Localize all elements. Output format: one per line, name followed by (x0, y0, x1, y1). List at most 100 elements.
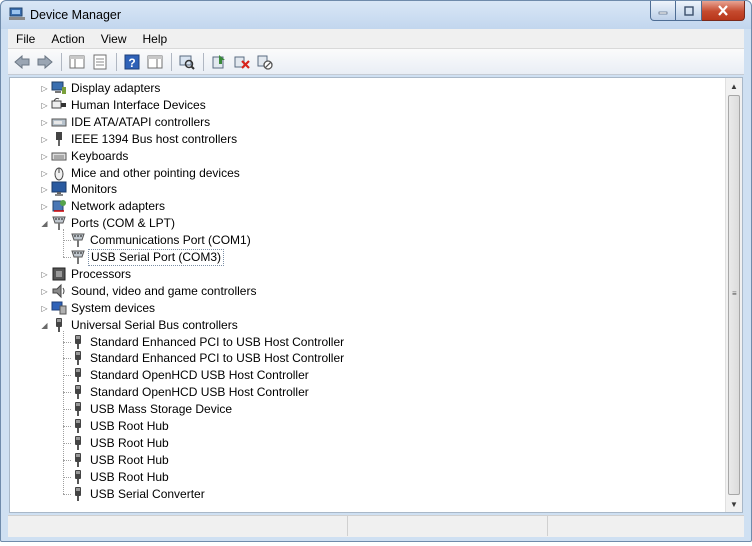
maximize-button[interactable] (676, 1, 702, 21)
keyboard-icon (51, 152, 67, 161)
uninstall-icon (234, 56, 250, 69)
usb-icon (75, 402, 81, 417)
device-item[interactable]: Standard Enhanced PCI to USB Host Contro… (10, 350, 710, 367)
disable-device-button[interactable] (255, 52, 275, 72)
device-item[interactable]: USB Root Hub (10, 435, 710, 452)
properties-icon (93, 54, 107, 69)
device-category[interactable]: ◢ Universal Serial Bus controllers (10, 317, 710, 334)
help-button[interactable]: ? (122, 52, 142, 72)
expand-triangle-closed-icon[interactable]: ▷ (40, 169, 49, 178)
device-label[interactable]: USB Root Hub (88, 419, 171, 434)
device-item[interactable]: USB Root Hub (10, 452, 710, 469)
device-label[interactable]: Keyboards (69, 149, 130, 164)
scan-hardware-button[interactable] (177, 52, 197, 72)
device-item[interactable]: USB Serial Port (COM3) (10, 249, 710, 266)
expand-triangle-closed-icon[interactable]: ▷ (40, 304, 49, 313)
device-label[interactable]: USB Root Hub (88, 453, 171, 468)
expand-triangle-closed-icon[interactable]: ▷ (40, 185, 49, 194)
device-category[interactable]: ▷ Mice and other pointing devices (10, 165, 710, 182)
device-label[interactable]: Network adapters (69, 199, 167, 214)
device-category[interactable]: ◢ Ports (COM & LPT) (10, 215, 710, 232)
device-label[interactable]: Display adapters (69, 81, 162, 96)
device-category[interactable]: ▷ IEEE 1394 Bus host controllers (10, 131, 710, 148)
properties-button[interactable] (90, 52, 110, 72)
sound-icon (52, 283, 65, 299)
usb-icon (75, 351, 81, 366)
device-category[interactable]: ▷ Monitors (10, 181, 710, 198)
device-category[interactable]: ▷ IDE ATA/ATAPI controllers (10, 114, 710, 131)
expand-triangle-closed-icon[interactable]: ▷ (40, 202, 49, 211)
expand-triangle-closed-icon[interactable]: ▷ (40, 118, 49, 127)
vertical-scrollbar[interactable]: ▲ ≡ ▼ (725, 78, 742, 512)
show-hide-console-tree-button[interactable] (67, 52, 87, 72)
device-category[interactable]: ▷ Sound, video and game controllers (10, 283, 710, 300)
device-item[interactable]: USB Root Hub (10, 418, 710, 435)
device-label[interactable]: Standard OpenHCD USB Host Controller (88, 368, 311, 383)
device-item[interactable]: Communications Port (COM1) (10, 232, 710, 249)
title-bar[interactable]: Device Manager (1, 1, 751, 29)
device-category[interactable]: ▷ Processors (10, 266, 710, 283)
device-label[interactable]: Standard Enhanced PCI to USB Host Contro… (88, 351, 346, 366)
menu-file[interactable]: File (8, 29, 43, 49)
usb-icon (75, 368, 81, 383)
back-button[interactable] (12, 52, 32, 72)
device-label[interactable]: Universal Serial Bus controllers (69, 318, 240, 333)
device-label-selected[interactable]: USB Serial Port (COM3) (88, 249, 225, 266)
scroll-up-arrow-icon[interactable]: ▲ (726, 78, 742, 94)
device-category[interactable]: ▷ Display adapters (10, 80, 710, 97)
port-icon (71, 233, 85, 248)
device-label[interactable]: IDE ATA/ATAPI controllers (69, 115, 212, 130)
menu-view[interactable]: View (93, 29, 135, 49)
expand-triangle-closed-icon[interactable]: ▷ (40, 287, 49, 296)
expand-triangle-closed-icon[interactable]: ▷ (40, 84, 49, 93)
usb-icon (75, 334, 81, 349)
forward-button[interactable] (35, 52, 55, 72)
device-item[interactable]: Standard OpenHCD USB Host Controller (10, 367, 710, 384)
device-item[interactable]: Standard OpenHCD USB Host Controller (10, 384, 710, 401)
expand-triangle-closed-icon[interactable]: ▷ (40, 152, 49, 161)
device-label[interactable]: USB Serial Converter (88, 487, 207, 502)
expand-triangle-closed-icon[interactable]: ▷ (40, 135, 49, 144)
scroll-down-arrow-icon[interactable]: ▼ (726, 496, 742, 512)
minimize-button[interactable] (650, 1, 676, 21)
device-category[interactable]: ▷ Network adapters (10, 198, 710, 215)
device-label[interactable]: Standard Enhanced PCI to USB Host Contro… (88, 335, 346, 350)
device-item[interactable]: USB Serial Converter (10, 486, 710, 503)
expand-triangle-closed-icon[interactable]: ▷ (40, 101, 49, 110)
system-device-icon (51, 301, 67, 315)
device-label[interactable]: Human Interface Devices (69, 98, 208, 113)
device-label[interactable]: USB Root Hub (88, 470, 171, 485)
hid-icon (51, 97, 66, 109)
device-label[interactable]: Communications Port (COM1) (88, 233, 253, 248)
device-label[interactable]: Processors (69, 267, 133, 282)
device-label[interactable]: System devices (69, 301, 157, 316)
device-label[interactable]: Sound, video and game controllers (69, 284, 258, 299)
device-category[interactable]: ▷ Keyboards (10, 148, 710, 165)
toggle-action-pane-button[interactable] (145, 52, 165, 72)
device-label[interactable]: Mice and other pointing devices (69, 166, 242, 181)
menu-action[interactable]: Action (43, 29, 92, 49)
expand-triangle-closed-icon[interactable]: ▷ (40, 270, 49, 279)
device-item[interactable]: USB Mass Storage Device (10, 401, 710, 418)
scrollbar-thumb[interactable]: ≡ (728, 95, 740, 495)
device-item[interactable]: USB Root Hub (10, 469, 710, 486)
tree-connector-line (63, 330, 64, 494)
menu-help[interactable]: Help (135, 29, 176, 49)
device-label[interactable]: Standard OpenHCD USB Host Controller (88, 385, 311, 400)
close-button[interactable] (702, 1, 745, 21)
update-driver-button[interactable] (209, 52, 229, 72)
device-category[interactable]: ▷ System devices (10, 300, 710, 317)
device-item[interactable]: Standard Enhanced PCI to USB Host Contro… (10, 334, 710, 351)
tree-connector-line (63, 229, 64, 257)
device-label[interactable]: USB Mass Storage Device (88, 402, 234, 417)
toolbar: ? (8, 49, 744, 75)
device-label[interactable]: Monitors (69, 182, 119, 197)
device-label[interactable]: IEEE 1394 Bus host controllers (69, 132, 239, 147)
uninstall-button[interactable] (232, 52, 252, 72)
device-category[interactable]: ▷ Human Interface Devices (10, 97, 710, 114)
help-icon: ? (124, 54, 140, 70)
device-label[interactable]: Ports (COM & LPT) (69, 216, 177, 231)
device-label[interactable]: USB Root Hub (88, 436, 171, 451)
expand-triangle-open-icon[interactable]: ◢ (40, 321, 49, 330)
expand-triangle-open-icon[interactable]: ◢ (40, 219, 49, 228)
